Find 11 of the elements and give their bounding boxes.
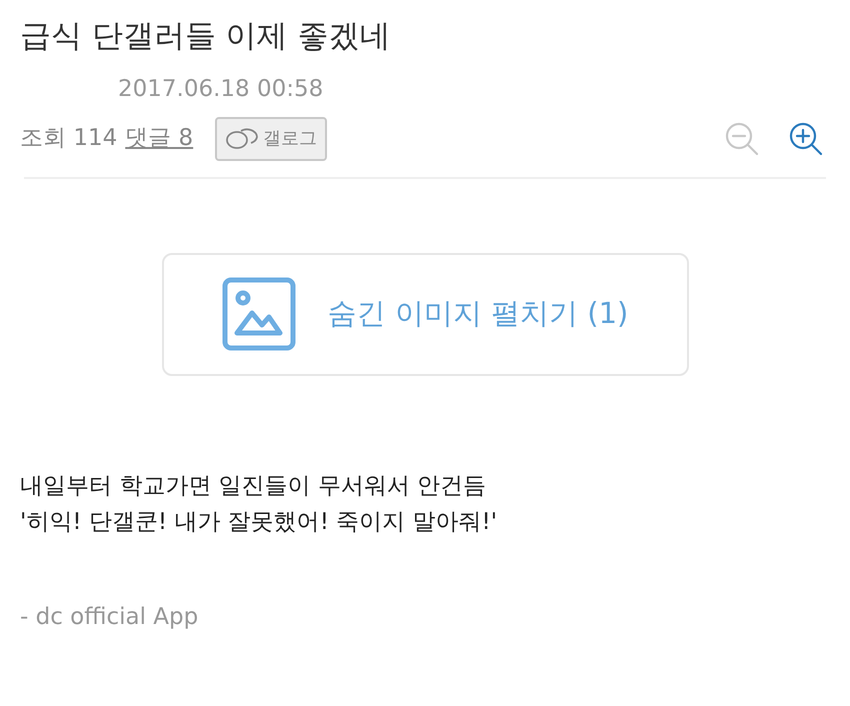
- comment-link[interactable]: 댓글 8: [125, 121, 194, 156]
- post-title: 급식 단갤러들 이제 좋겠네: [20, 17, 392, 56]
- view-count: 조회 114: [20, 124, 118, 154]
- body-text-line: '히익! 단갤쿤! 내가 잘못했어! 죽이지 말아줘!': [20, 508, 498, 536]
- post-date: 2017.06.18 00:58: [118, 76, 324, 102]
- gallog-button[interactable]: 갤로그: [215, 116, 328, 160]
- speech-bubbles-icon: [225, 126, 260, 152]
- footer-signature: - dc official App: [20, 602, 200, 632]
- body-text-line: 내일부터 학교가면 일진들이 무서워서 안건듬: [20, 472, 488, 500]
- show-hidden-images-button[interactable]: 숨긴 이미지 펼치기 (1): [162, 252, 688, 376]
- image-icon: [222, 277, 296, 351]
